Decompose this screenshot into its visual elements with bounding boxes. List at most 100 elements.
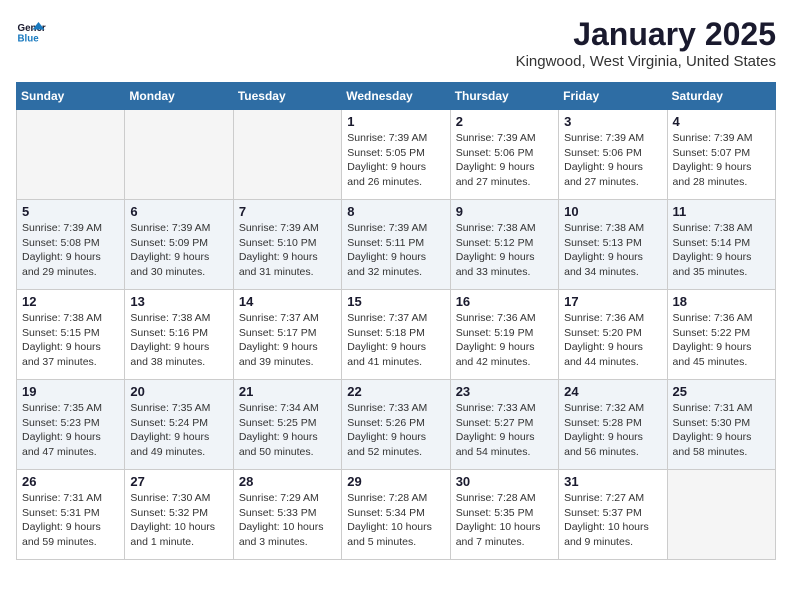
calendar-day-cell: 7Sunrise: 7:39 AM Sunset: 5:10 PM Daylig… [233,200,341,290]
calendar-week-row: 12Sunrise: 7:38 AM Sunset: 5:15 PM Dayli… [17,290,776,380]
location-title: Kingwood, West Virginia, United States [516,53,776,70]
calendar-day-cell: 10Sunrise: 7:38 AM Sunset: 5:13 PM Dayli… [559,200,667,290]
day-number: 17 [564,294,661,309]
page-header: General Blue January 2025 Kingwood, West… [16,16,776,70]
calendar-day-cell: 2 Sunrise: 7:39 AM Sunset: 5:06 PM Daylig… [450,110,558,200]
calendar-day-cell: 14 Sunrise: 7:37 AM Sunset: 5:17 PM Dayli… [233,290,341,380]
day-number: 25 [673,384,770,399]
day-info: Sunrise: 7:37 AM Sunset: 5:18 PM Dayligh… [347,311,444,370]
calendar-day-cell: 28 Sunrise: 7:29 AM Sunset: 5:33 PM Dayli… [233,470,341,560]
day-number: 10 [564,204,661,219]
calendar-week-row: 26 Sunrise: 7:31 AM Sunset: 5:31 PM Dayli… [17,470,776,560]
calendar-week-row: 5 Sunrise: 7:39 AM Sunset: 5:08 PM Daylig… [17,200,776,290]
calendar-day-cell: 12Sunrise: 7:38 AM Sunset: 5:15 PM Dayli… [17,290,125,380]
day-info: Sunrise: 7:39 AM Sunset: 5:07 PM Dayligh… [673,131,770,190]
weekday-header-monday: Monday [125,83,233,110]
day-info: Sunrise: 7:35 AM Sunset: 5:23 PM Dayligh… [22,401,119,460]
day-info: Sunrise: 7:31 AM Sunset: 5:31 PM Dayligh… [22,491,119,550]
calendar-day-cell: 17 Sunrise: 7:36 AM Sunset: 5:20 PM Dayli… [559,290,667,380]
logo-icon: General Blue [16,16,46,46]
calendar-day-cell: 30 Sunrise: 7:28 AM Sunset: 5:35 PM Dayli… [450,470,558,560]
day-number: 2 [456,114,553,129]
day-number: 19 [22,384,119,399]
day-info: Sunrise: 7:34 AM Sunset: 5:25 PM Dayligh… [239,401,336,460]
day-number: 22 [347,384,444,399]
calendar-day-cell: 18Sunrise: 7:36 AM Sunset: 5:22 PM Dayli… [667,290,775,380]
day-info: Sunrise: 7:33 AM Sunset: 5:26 PM Dayligh… [347,401,444,460]
day-number: 1 [347,114,444,129]
calendar-day-cell: 24 Sunrise: 7:32 AM Sunset: 5:28 PM Dayli… [559,380,667,470]
weekday-header-friday: Friday [559,83,667,110]
day-info: Sunrise: 7:38 AM Sunset: 5:12 PM Dayligh… [456,221,553,280]
calendar-day-cell: 16Sunrise: 7:36 AM Sunset: 5:19 PM Dayli… [450,290,558,380]
calendar-day-cell: 5 Sunrise: 7:39 AM Sunset: 5:08 PM Daylig… [17,200,125,290]
day-info: Sunrise: 7:39 AM Sunset: 5:09 PM Dayligh… [130,221,227,280]
day-number: 7 [239,204,336,219]
calendar-day-cell [667,470,775,560]
day-info: Sunrise: 7:28 AM Sunset: 5:35 PM Dayligh… [456,491,553,550]
calendar-day-cell: 1Sunrise: 7:39 AM Sunset: 5:05 PM Daylig… [342,110,450,200]
day-number: 12 [22,294,119,309]
month-title: January 2025 [516,16,776,53]
day-info: Sunrise: 7:39 AM Sunset: 5:06 PM Dayligh… [564,131,661,190]
day-info: Sunrise: 7:38 AM Sunset: 5:16 PM Dayligh… [130,311,227,370]
day-number: 24 [564,384,661,399]
calendar-day-cell: 29 Sunrise: 7:28 AM Sunset: 5:34 PM Dayli… [342,470,450,560]
calendar-day-cell: 22 Sunrise: 7:33 AM Sunset: 5:26 PM Dayli… [342,380,450,470]
day-info: Sunrise: 7:33 AM Sunset: 5:27 PM Dayligh… [456,401,553,460]
day-number: 9 [456,204,553,219]
weekday-header-thursday: Thursday [450,83,558,110]
day-number: 30 [456,474,553,489]
day-number: 3 [564,114,661,129]
calendar-week-row: 1Sunrise: 7:39 AM Sunset: 5:05 PM Daylig… [17,110,776,200]
weekday-header-saturday: Saturday [667,83,775,110]
calendar-day-cell: 9 Sunrise: 7:38 AM Sunset: 5:12 PM Daylig… [450,200,558,290]
svg-text:Blue: Blue [18,34,40,45]
calendar-day-cell: 13 Sunrise: 7:38 AM Sunset: 5:16 PM Dayli… [125,290,233,380]
day-info: Sunrise: 7:28 AM Sunset: 5:34 PM Dayligh… [347,491,444,550]
calendar-day-cell: 21Sunrise: 7:34 AM Sunset: 5:25 PM Dayli… [233,380,341,470]
day-number: 5 [22,204,119,219]
calendar-day-cell: 19 Sunrise: 7:35 AM Sunset: 5:23 PM Dayli… [17,380,125,470]
day-info: Sunrise: 7:39 AM Sunset: 5:08 PM Dayligh… [22,221,119,280]
calendar-day-cell: 27 Sunrise: 7:30 AM Sunset: 5:32 PM Dayli… [125,470,233,560]
day-number: 26 [22,474,119,489]
calendar-day-cell: 31 Sunrise: 7:27 AM Sunset: 5:37 PM Dayli… [559,470,667,560]
weekday-header-tuesday: Tuesday [233,83,341,110]
day-number: 6 [130,204,227,219]
calendar-day-cell: 6 Sunrise: 7:39 AM Sunset: 5:09 PM Daylig… [125,200,233,290]
day-number: 15 [347,294,444,309]
day-number: 20 [130,384,227,399]
weekday-header-row: SundayMondayTuesdayWednesdayThursdayFrid… [17,83,776,110]
day-number: 14 [239,294,336,309]
day-number: 8 [347,204,444,219]
day-info: Sunrise: 7:36 AM Sunset: 5:20 PM Dayligh… [564,311,661,370]
calendar-day-cell [17,110,125,200]
title-block: January 2025 Kingwood, West Virginia, Un… [516,16,776,70]
day-number: 11 [673,204,770,219]
day-number: 29 [347,474,444,489]
day-info: Sunrise: 7:27 AM Sunset: 5:37 PM Dayligh… [564,491,661,550]
day-info: Sunrise: 7:31 AM Sunset: 5:30 PM Dayligh… [673,401,770,460]
day-info: Sunrise: 7:32 AM Sunset: 5:28 PM Dayligh… [564,401,661,460]
calendar-day-cell: 23Sunrise: 7:33 AM Sunset: 5:27 PM Dayli… [450,380,558,470]
calendar-day-cell: 8 Sunrise: 7:39 AM Sunset: 5:11 PM Daylig… [342,200,450,290]
day-info: Sunrise: 7:30 AM Sunset: 5:32 PM Dayligh… [130,491,227,550]
calendar-day-cell [233,110,341,200]
day-number: 13 [130,294,227,309]
calendar-day-cell: 25 Sunrise: 7:31 AM Sunset: 5:30 PM Dayli… [667,380,775,470]
day-info: Sunrise: 7:35 AM Sunset: 5:24 PM Dayligh… [130,401,227,460]
calendar-day-cell: 15 Sunrise: 7:37 AM Sunset: 5:18 PM Dayli… [342,290,450,380]
calendar-week-row: 19 Sunrise: 7:35 AM Sunset: 5:23 PM Dayli… [17,380,776,470]
day-info: Sunrise: 7:36 AM Sunset: 5:22 PM Dayligh… [673,311,770,370]
day-info: Sunrise: 7:37 AM Sunset: 5:17 PM Dayligh… [239,311,336,370]
day-info: Sunrise: 7:36 AM Sunset: 5:19 PM Dayligh… [456,311,553,370]
day-info: Sunrise: 7:39 AM Sunset: 5:11 PM Dayligh… [347,221,444,280]
day-info: Sunrise: 7:29 AM Sunset: 5:33 PM Dayligh… [239,491,336,550]
day-number: 31 [564,474,661,489]
day-number: 28 [239,474,336,489]
day-info: Sunrise: 7:39 AM Sunset: 5:06 PM Dayligh… [456,131,553,190]
calendar-day-cell: 20 Sunrise: 7:35 AM Sunset: 5:24 PM Dayli… [125,380,233,470]
weekday-header-sunday: Sunday [17,83,125,110]
day-number: 27 [130,474,227,489]
